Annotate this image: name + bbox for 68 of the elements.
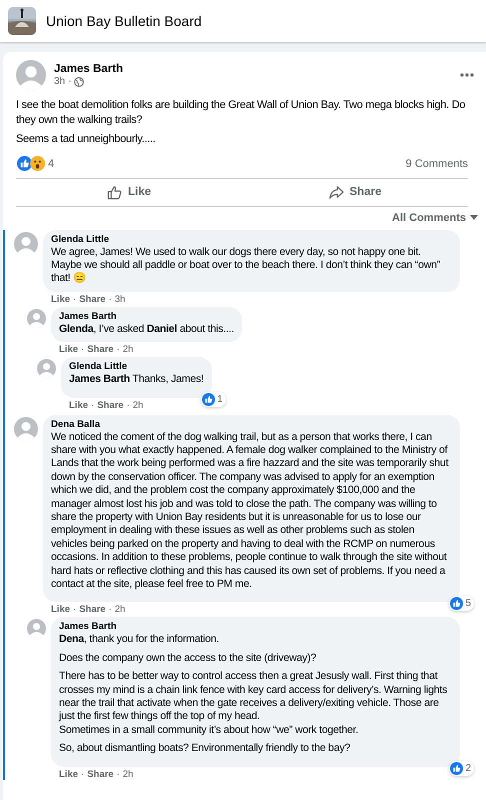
- post-time[interactable]: 3h: [54, 76, 66, 87]
- like-reaction-icon: [202, 392, 216, 406]
- like-link[interactable]: Like: [59, 768, 78, 780]
- comment-time: 2h: [132, 400, 144, 411]
- avatar-icon[interactable]: [14, 232, 38, 256]
- like-reaction-icon: [450, 597, 464, 610]
- globe-icon: [74, 76, 84, 86]
- separator-dot: ·: [81, 344, 84, 356]
- separator-dot: ·: [91, 400, 94, 411]
- post-author[interactable]: James Barth: [54, 63, 452, 75]
- comment-time: 3h: [114, 294, 126, 305]
- more-options-icon[interactable]: [460, 73, 474, 77]
- share-link[interactable]: Share: [79, 604, 106, 616]
- avatar-icon[interactable]: [14, 416, 38, 441]
- like-reaction-icon: [17, 156, 32, 171]
- separator-dot: ·: [108, 604, 112, 616]
- comment-count[interactable]: 9 Comments: [406, 158, 468, 170]
- reaction-badge[interactable]: 5: [449, 596, 474, 612]
- separator-dot: ·: [73, 294, 76, 305]
- comment-text: So, about dismantling boats? Environmentally friendly to the bay?: [59, 742, 352, 756]
- share-link[interactable]: Share: [97, 400, 124, 411]
- reaction-badge[interactable]: 1: [201, 392, 226, 407]
- comment-author[interactable]: Glenda Little: [51, 234, 452, 244]
- separator-dot: ·: [116, 768, 120, 780]
- avatar-icon[interactable]: [16, 60, 46, 90]
- comment-author[interactable]: Glenda Little: [69, 361, 204, 372]
- thumbs-up-icon: [106, 184, 122, 200]
- comment-text: Dena, thank you for the information.: [59, 633, 220, 647]
- share-link[interactable]: Share: [87, 768, 114, 780]
- comment-filter[interactable]: All Comments: [392, 212, 478, 224]
- comment-author[interactable]: James Barth: [59, 621, 452, 632]
- avatar-icon[interactable]: [37, 359, 56, 378]
- like-link[interactable]: Like: [51, 604, 70, 616]
- post-text: Seems a tad unneighbourly.....: [16, 132, 156, 146]
- like-reaction-icon: [450, 762, 464, 775]
- share-button[interactable]: Share: [242, 178, 468, 206]
- group-title[interactable]: Union Bay Bulletin Board: [46, 13, 202, 29]
- separator-dot: ·: [108, 294, 112, 305]
- separator-dot: ·: [73, 604, 76, 616]
- like-link[interactable]: Like: [69, 400, 88, 411]
- comment-text: Glenda, I’ve asked Daniel about this....: [59, 322, 234, 336]
- separator-dot: ·: [126, 400, 130, 411]
- reaction-count[interactable]: 4: [48, 158, 54, 170]
- caret-icon: [470, 215, 478, 220]
- comment-text: There has to be better way to control access then a great Jesusly wall. First thing that crosses my mind is a chain link fence with key card access for delivery’s. Warning lights near the trail that activate when the gate receives a delivery/exiting vehicle. Those are just the first few things off the top of my head. Sometimes in a small community it’s about how “we” work together.: [59, 670, 448, 738]
- share-link[interactable]: Share: [87, 344, 114, 356]
- separator-dot: ·: [68, 76, 72, 87]
- separator-dot: ·: [116, 344, 120, 356]
- share-icon: [328, 184, 344, 200]
- comment-time: 2h: [122, 344, 134, 356]
- wow-reaction-icon: [30, 156, 45, 171]
- comment-text: James Barth Thanks, James!: [69, 373, 204, 387]
- comment-text: We noticed the coment of the dog walking trail, but as a person that works there, I can share with you what exactly happened. A female dog walker complained to the Ministry of Lands that the work being performed was a fire hazzard and the site was temporarily shut down by the conservation officer. The company was advised to apply for an exemption which we did, and the problem cost the company approximately $100,000 and the manager almost lost his job and was told to close the path. The company was willing to share the property with Union Bay residents but it is unreasonable for us to lose our employment in dealing with these issues as well as other problems such as stolen vehicles being parked on the property and having to deal with the RCMP on numerous occasions. In addition to these problems, people continue to walk through the site without hard hats or reflective clothing and this has caused its own set of problems. If you need a contact at the site, please feel free to PM me.: [51, 430, 450, 592]
- comment-text: Does the company own the access to the site (driveway)?: [59, 652, 318, 666]
- share-link[interactable]: Share: [79, 294, 106, 305]
- like-link[interactable]: Like: [59, 344, 78, 356]
- like-link[interactable]: Like: [51, 294, 70, 305]
- separator-dot: ·: [81, 768, 84, 780]
- comment-time: 2h: [122, 768, 134, 780]
- avatar-icon[interactable]: [27, 308, 46, 328]
- reaction-badge[interactable]: 2: [449, 760, 474, 776]
- comment-author[interactable]: Dena Balla: [51, 418, 452, 430]
- comment-text: We agree, James! We used to walk our dogs there every day, so not happy one bit. Maybe we should all paddle or boat over to the beach there. I don’t think they can “own” that! 😑: [51, 246, 442, 286]
- avatar-icon[interactable]: [27, 619, 46, 638]
- post-text: I see the boat demolition folks are building the Great Wall of Union Bay. Two mega blocks high. Do they own the walking trails?: [16, 98, 466, 127]
- comment-time: 2h: [114, 604, 126, 616]
- comment-author[interactable]: James Barth: [59, 310, 234, 322]
- like-button[interactable]: Like: [16, 178, 242, 206]
